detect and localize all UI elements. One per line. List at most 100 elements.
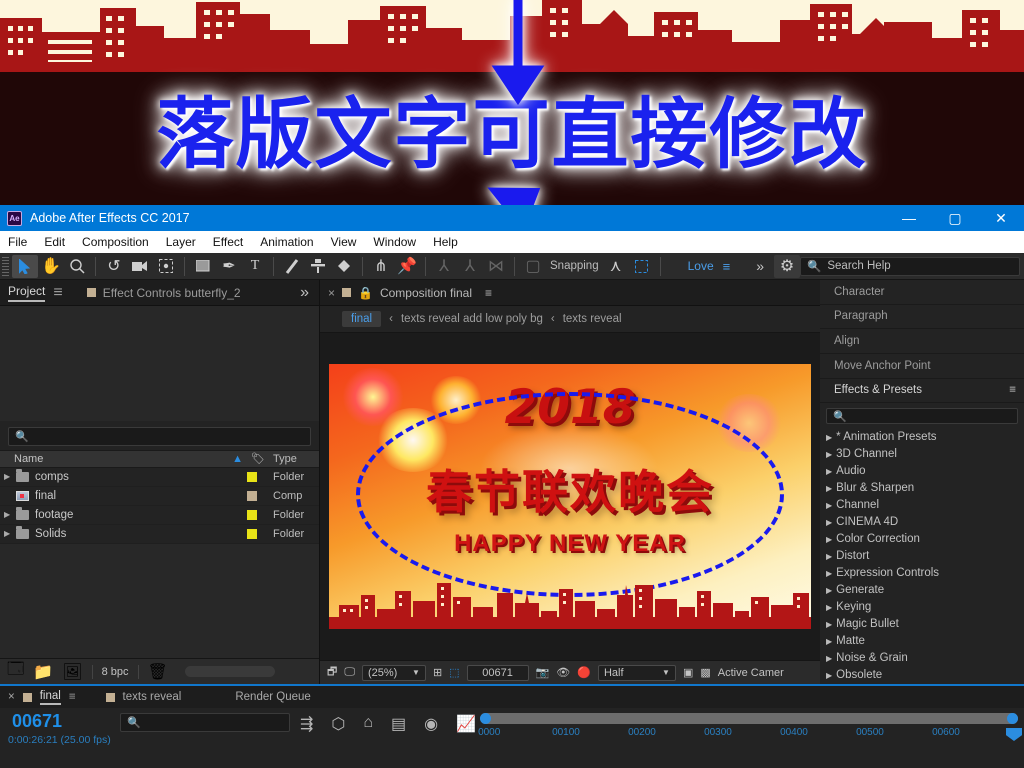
puppet-pin-tool[interactable]: 📌: [394, 255, 420, 278]
effect-category-noise-grain[interactable]: ▶ Noise & Grain: [820, 650, 1024, 667]
label-swatch[interactable]: [247, 490, 257, 501]
menu-item-layer[interactable]: Layer: [166, 235, 196, 249]
graph-editor-icon[interactable]: 📈: [456, 714, 476, 734]
effect-category-3d-channel[interactable]: ▶ 3D Channel: [820, 446, 1024, 463]
project-panel-menu-icon[interactable]: ≡: [53, 284, 62, 302]
panel-header-paragraph[interactable]: Paragraph: [820, 305, 1024, 330]
interpret-footage-icon[interactable]: 🗔: [7, 658, 24, 685]
column-header-name[interactable]: Name: [0, 453, 232, 465]
effect-category-channel[interactable]: ▶ Channel: [820, 497, 1024, 514]
effect-category-generate[interactable]: ▶ Generate: [820, 582, 1024, 599]
clone-stamp-tool[interactable]: [305, 255, 331, 278]
snap-box-icon[interactable]: [629, 255, 655, 278]
label-swatch[interactable]: [247, 528, 257, 539]
timeline-ruler[interactable]: 0000 00100 00200 00300 00400 00500 00600: [476, 708, 1024, 764]
pan-behind-tool[interactable]: [153, 255, 179, 278]
motion-blur-icon[interactable]: ◉: [424, 714, 438, 734]
table-row[interactable]: ▶ comps Folder: [0, 468, 319, 487]
timeline-timecode[interactable]: 00671: [12, 711, 62, 732]
lock-icon[interactable]: 🔒: [358, 286, 373, 300]
new-composition-icon[interactable]: 🖼: [62, 662, 82, 682]
zoom-tool[interactable]: [64, 255, 90, 278]
table-row[interactable]: final Comp: [0, 487, 319, 506]
sort-ascending-icon[interactable]: ▲: [232, 453, 243, 465]
effects-panel-menu-icon[interactable]: ≡: [1009, 384, 1016, 396]
selection-tool[interactable]: [12, 254, 38, 278]
timeline-panel-menu-icon[interactable]: ≡: [69, 691, 76, 703]
timeline-tab-render-queue[interactable]: Render Queue: [235, 691, 310, 703]
column-header-type[interactable]: Type: [273, 453, 319, 465]
workspace-selector[interactable]: Love: [688, 259, 714, 273]
effect-category-distort[interactable]: ▶ Distort: [820, 548, 1024, 565]
effect-category-magic-bullet[interactable]: ▶ Magic Bullet: [820, 616, 1024, 633]
timeline-tab-final[interactable]: final: [39, 690, 61, 705]
menu-item-help[interactable]: Help: [433, 235, 458, 249]
effect-category-matte[interactable]: ▶ Matte: [820, 633, 1024, 650]
composition-mini-flowchart-icon[interactable]: ⇶: [300, 714, 313, 734]
breadcrumb-item-final[interactable]: final: [342, 311, 382, 327]
tab-effect-controls[interactable]: Effect Controls butterfly_2: [86, 286, 241, 300]
label-swatch[interactable]: [247, 471, 257, 482]
view-selector[interactable]: Active Camer: [718, 667, 784, 679]
composition-viewer[interactable]: 2018 春节联欢晚会 HAPPY NEW YEAR: [320, 333, 820, 660]
workspace-menu-icon[interactable]: ≡: [723, 259, 731, 274]
timeline-tab-texts-reveal[interactable]: texts reveal: [123, 691, 182, 703]
minimize-button[interactable]: —: [886, 205, 932, 231]
rotation-tool[interactable]: ↺: [101, 255, 127, 278]
roto-brush-tool[interactable]: ⋔: [368, 255, 394, 278]
project-tabs-overflow[interactable]: »: [300, 284, 309, 302]
search-help-input[interactable]: 🔍 Search Help: [800, 256, 1020, 276]
region-toggle-icon[interactable]: ▣: [683, 666, 693, 679]
breadcrumb-item-texts-reveal-low-poly[interactable]: texts reveal add low poly bg: [401, 313, 543, 325]
hide-shy-layers-icon[interactable]: ⌂: [363, 714, 373, 732]
type-tool[interactable]: T: [242, 255, 268, 278]
current-time-field[interactable]: 00671: [466, 664, 529, 681]
close-button[interactable]: ✕: [978, 205, 1024, 231]
effect-category-color-correction[interactable]: ▶ Color Correction: [820, 531, 1024, 548]
menu-item-composition[interactable]: Composition: [82, 235, 149, 249]
camera-tool[interactable]: [127, 255, 153, 278]
take-snapshot-icon[interactable]: 📷: [536, 666, 550, 679]
eraser-tool[interactable]: [331, 255, 357, 278]
region-of-interest-icon[interactable]: ⬚: [449, 666, 459, 679]
panel-header-move-anchor-point[interactable]: Move Anchor Point: [820, 354, 1024, 379]
draft-3d-icon[interactable]: ⬡: [331, 714, 345, 734]
breadcrumb-item-texts-reveal[interactable]: texts reveal: [563, 313, 622, 325]
frame-blending-icon[interactable]: ▤: [391, 714, 406, 734]
effect-category-keying[interactable]: ▶ Keying: [820, 599, 1024, 616]
channels-icon[interactable]: 🔴: [577, 666, 591, 679]
toolbar-grip[interactable]: [2, 256, 9, 276]
panel-header-align[interactable]: Align: [820, 329, 1024, 354]
hand-tool[interactable]: ✋: [38, 255, 64, 278]
transparency-grid-icon[interactable]: ▩: [700, 666, 710, 679]
effect-category-expression-controls[interactable]: ▶ Expression Controls: [820, 565, 1024, 582]
shape-tool[interactable]: [190, 255, 216, 278]
composition-tab-label[interactable]: Composition final: [380, 286, 472, 300]
panel-header-character[interactable]: Character: [820, 280, 1024, 305]
toolbar-overflow-button[interactable]: »: [756, 258, 764, 274]
panel-header-effects-presets[interactable]: Effects & Presets ≡: [820, 379, 1024, 404]
delete-icon[interactable]: 🗑: [148, 662, 168, 682]
composition-panel-menu-icon[interactable]: ≡: [485, 286, 492, 300]
effect-category-cinema-4d[interactable]: ▶ CINEMA 4D: [820, 514, 1024, 531]
timeline-zoom-scrollbar[interactable]: [480, 713, 1018, 724]
close-tab-icon[interactable]: ×: [328, 286, 335, 300]
expand-triangle-icon[interactable]: ▶: [4, 472, 16, 481]
show-snapshot-icon[interactable]: 👁: [556, 666, 570, 679]
table-row[interactable]: ▶ Solids Folder: [0, 525, 319, 544]
brush-tool[interactable]: [279, 255, 305, 278]
maximize-button[interactable]: ▢: [932, 205, 978, 231]
menu-item-view[interactable]: View: [331, 235, 357, 249]
expand-triangle-icon[interactable]: ▶: [4, 529, 16, 538]
effect-category-obsolete[interactable]: ▶ Obsolete: [820, 667, 1024, 684]
label-swatch[interactable]: [247, 509, 257, 520]
resolution-dropdown[interactable]: Half ▼: [597, 664, 676, 681]
close-tab-icon[interactable]: ×: [8, 691, 15, 703]
effect-category-blur-sharpen[interactable]: ▶ Blur & Sharpen: [820, 480, 1024, 497]
menu-item-edit[interactable]: Edit: [44, 235, 65, 249]
magnification-dropdown[interactable]: (25%) ▼: [361, 664, 426, 681]
tab-project[interactable]: Project: [8, 284, 46, 302]
pen-tool[interactable]: ✒: [216, 255, 242, 278]
effect-category-audio[interactable]: ▶ Audio: [820, 463, 1024, 480]
always-preview-icon[interactable]: 🗗: [327, 663, 337, 682]
